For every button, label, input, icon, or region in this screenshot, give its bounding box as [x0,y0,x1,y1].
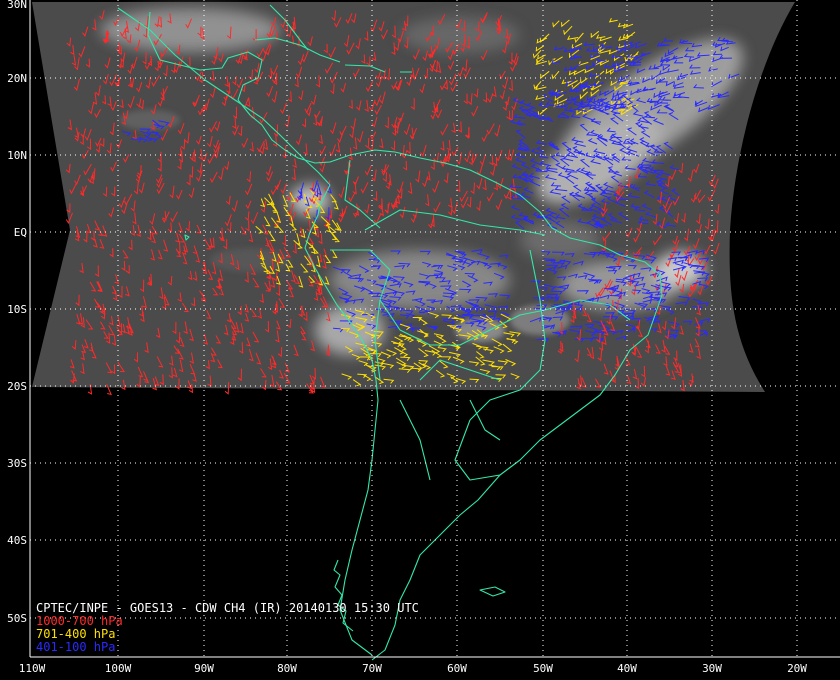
lon-label: 100W [105,662,132,675]
lat-label: 30N [7,0,27,11]
lat-label: 20N [7,72,27,85]
satellite-wind-map: 30N 20N 10N EQ 10S 20S 30S 40S 50S 110W 100W 90W 80… [7,0,840,675]
lon-label: 110W [19,662,46,675]
legend-high-level: 401-100 hPa [36,640,116,654]
lon-label: 40W [617,662,637,675]
lon-label: 20W [787,662,807,675]
latitude-labels: 30N 20N 10N EQ 10S 20S 30S 40S 50S [7,0,27,625]
lon-label: 90W [194,662,214,675]
lon-label: 80W [277,662,297,675]
lat-label: 20S [7,380,27,393]
lon-label: 60W [447,662,467,675]
lon-label: 70W [362,662,382,675]
lat-label: 10N [7,149,27,162]
longitude-labels: 110W 100W 90W 80W 70W 60W 50W 40W 30W 20W [19,662,808,675]
lon-label: 30W [702,662,722,675]
lat-label: EQ [14,226,27,239]
lat-label: 40S [7,534,27,547]
lon-label: 50W [533,662,553,675]
map-caption: CPTEC/INPE - GOES13 - CDW CH4 (IR) 20140… [36,602,419,654]
lat-label: 30S [7,457,27,470]
lat-label: 10S [7,303,27,316]
lat-label: 50S [7,612,27,625]
